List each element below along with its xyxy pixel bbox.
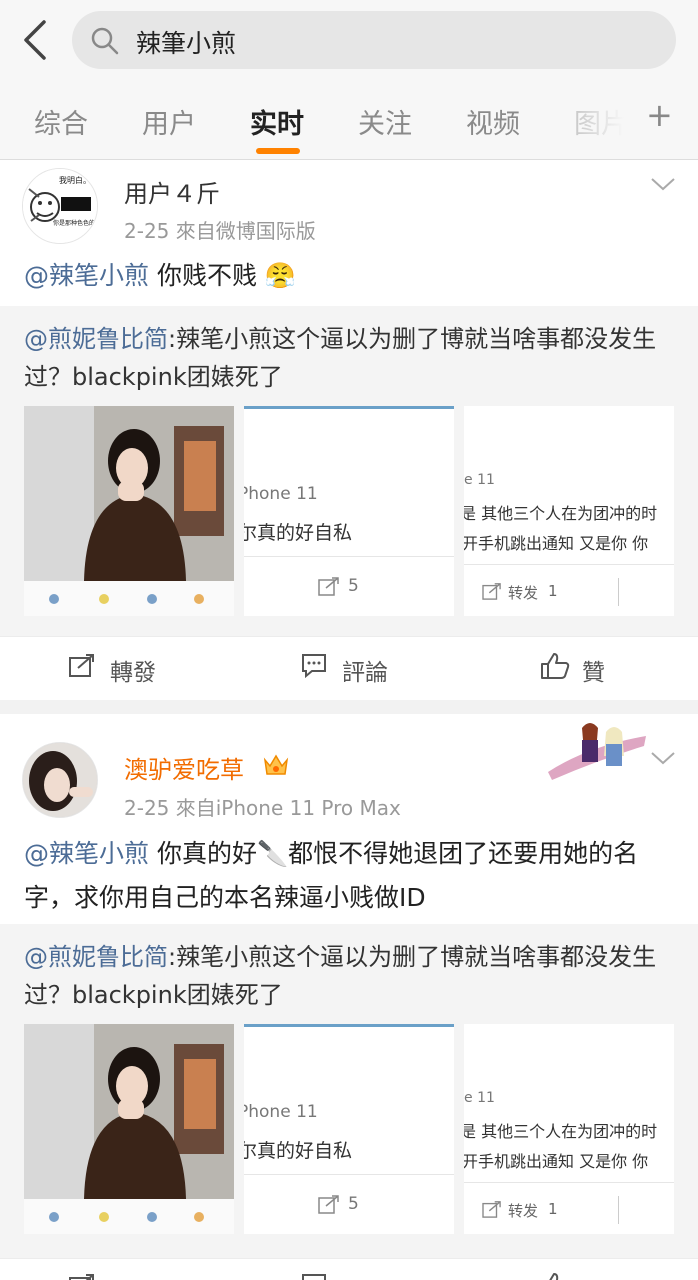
repost-button[interactable]: 轉發 bbox=[69, 1273, 156, 1280]
thumbs-up-icon bbox=[549, 1273, 559, 1280]
share-icon bbox=[482, 1201, 501, 1218]
post-body: 你贱不贱 bbox=[149, 261, 257, 290]
image-text-line2: 尔真的好自私 bbox=[244, 1140, 353, 1162]
search-query: 辣筆小煎 bbox=[136, 29, 237, 58]
back-button[interactable] bbox=[18, 18, 58, 62]
post-separator bbox=[0, 700, 698, 714]
like-button[interactable]: 贊 bbox=[549, 1273, 605, 1280]
image-forward-label: 转发 bbox=[508, 584, 539, 602]
divider bbox=[464, 564, 674, 565]
repost-image-3[interactable]: e 11 是 其他三个人在为团冲的时 开手机跳出通知 又是你 你 转发 1 bbox=[464, 406, 674, 616]
like-label: 贊 bbox=[582, 660, 605, 686]
divider bbox=[618, 1196, 619, 1224]
share-icon bbox=[69, 1274, 94, 1280]
tab-video[interactable]: 视频 bbox=[466, 102, 520, 141]
repost-author-link[interactable]: @煎妮鲁比简 bbox=[24, 325, 168, 353]
chevron-down-icon[interactable] bbox=[650, 176, 676, 192]
tab-general[interactable]: 综合 bbox=[34, 102, 88, 141]
post-actions: 轉發 評論 贊 bbox=[0, 1258, 698, 1280]
add-tab-button[interactable]: + bbox=[646, 96, 673, 134]
comment-label: 評論 bbox=[342, 660, 388, 686]
image-text-line1: e 11 bbox=[464, 1090, 495, 1106]
image-text-line1: Phone 11 bbox=[244, 1102, 318, 1122]
repost-button[interactable]: 轉發 bbox=[69, 653, 156, 687]
image-top-bar bbox=[244, 406, 454, 409]
image-text-line1: Phone 11 bbox=[244, 484, 318, 504]
photo-person-image bbox=[24, 1024, 234, 1234]
image-share-count: 5 bbox=[348, 576, 359, 596]
avatar[interactable] bbox=[22, 742, 98, 818]
top-bar: 辣筆小煎 bbox=[0, 0, 698, 80]
image-text-line2: 是 其他三个人在为团冲的时 bbox=[464, 1122, 658, 1141]
avatar-caption-bottom: 你是那种色色的人! bbox=[53, 219, 98, 227]
tab-following[interactable]: 关注 bbox=[358, 102, 412, 141]
post-meta: 2-25 來自iPhone 11 Pro Max bbox=[124, 796, 401, 820]
chevron-down-icon[interactable] bbox=[650, 750, 676, 766]
repost-block[interactable]: @煎妮鲁比简:辣笔小煎这个逼以为删了博就当啥事都没发生过？blackpink团婊… bbox=[0, 306, 698, 636]
repost-image-1[interactable] bbox=[24, 1024, 234, 1234]
image-text-line2: 是 其他三个人在为团冲的时 bbox=[464, 504, 658, 523]
post-text: @辣笔小煎 你真的好🔪都恨不得她退团了还要用她的名字，求你用自己的本名辣逼小贱做… bbox=[24, 832, 680, 920]
share-icon bbox=[69, 654, 94, 677]
repost-image-1[interactable] bbox=[24, 406, 234, 616]
comment-button[interactable]: 評論 bbox=[302, 1273, 388, 1280]
like-button[interactable]: 贊 bbox=[541, 653, 605, 687]
username[interactable]: 用户４斤 bbox=[124, 174, 220, 209]
avatar[interactable]: 我明白。 你是那种色色的人! bbox=[22, 168, 98, 244]
divider bbox=[464, 1182, 674, 1183]
image-forward-count: 1 bbox=[548, 582, 558, 600]
repost-image-2[interactable]: Phone 11 尔真的好自私 5 bbox=[244, 406, 454, 616]
image-text-line1: e 11 bbox=[464, 472, 495, 488]
repost-block[interactable]: @煎妮鲁比简:辣笔小煎这个逼以为删了博就当啥事都没发生过？blackpink团婊… bbox=[0, 924, 698, 1258]
search-icon bbox=[91, 27, 119, 55]
emoji: 😤 bbox=[264, 261, 297, 290]
username[interactable]: 澳驴爱吃草 bbox=[124, 750, 244, 785]
share-icon bbox=[318, 577, 339, 596]
mention-link[interactable]: @辣笔小煎 bbox=[24, 839, 149, 868]
active-tab-indicator bbox=[256, 148, 300, 154]
divider bbox=[244, 556, 454, 557]
tab-realtime[interactable]: 实时 bbox=[250, 102, 304, 141]
image-text-line3: 开手机跳出通知 又是你 你 bbox=[464, 534, 649, 553]
divider bbox=[244, 1174, 454, 1175]
divider bbox=[618, 578, 619, 606]
search-input[interactable]: 辣筆小煎 bbox=[72, 11, 676, 69]
image-forward-count: 1 bbox=[548, 1200, 558, 1218]
post-card: 我明白。 你是那种色色的人! 用户４斤 2-25 來自微博国际版 @辣笔小煎 你… bbox=[0, 160, 698, 306]
repost-text: @煎妮鲁比简:辣笔小煎这个逼以为删了博就当啥事都没发生过？blackpink团婊… bbox=[24, 938, 680, 1014]
image-text-line2: 尔真的好自私 bbox=[244, 522, 353, 544]
post-text: @辣笔小煎 你贱不贱 😤 bbox=[24, 254, 680, 298]
repost-image-3[interactable]: e 11 是 其他三个人在为团冲的时 开手机跳出通知 又是你 你 转发 1 bbox=[464, 1024, 674, 1234]
comment-icon bbox=[302, 654, 326, 678]
post-actions: 轉發 評論 贊 bbox=[0, 636, 698, 700]
share-icon bbox=[318, 1195, 339, 1214]
tab-users[interactable]: 用户 bbox=[142, 102, 196, 141]
avatar-caption-top: 我明白。 bbox=[59, 175, 91, 185]
photo-person-image bbox=[24, 406, 234, 616]
repost-image-2[interactable]: Phone 11 尔真的好自私 5 bbox=[244, 1024, 454, 1234]
post-meta: 2-25 來自微博国际版 bbox=[124, 219, 316, 243]
comment-button[interactable]: 評論 bbox=[302, 653, 388, 687]
image-text-line3: 开手机跳出通知 又是你 你 bbox=[464, 1152, 649, 1171]
image-share-count: 5 bbox=[348, 1194, 359, 1214]
avatar-photo-image bbox=[23, 743, 97, 817]
comment-icon bbox=[302, 1274, 326, 1280]
frozen-decoration-icon bbox=[548, 723, 646, 780]
repost-author-link[interactable]: @煎妮鲁比简 bbox=[24, 943, 168, 971]
thumbs-up-icon bbox=[541, 653, 570, 679]
avatar-meme-image: 我明白。 你是那种色色的人! bbox=[23, 169, 98, 243]
image-top-bar bbox=[244, 1024, 454, 1027]
image-forward-label: 转发 bbox=[508, 1202, 539, 1220]
tab-bar: 综合 用户 实时 关注 视频 图片 + bbox=[0, 80, 698, 160]
chevron-left-icon bbox=[24, 20, 46, 60]
share-icon bbox=[482, 583, 501, 600]
post-card: 澳驴爱吃草 2-25 來自iPhone 11 Pro Max @辣笔小煎 你真的… bbox=[0, 714, 698, 924]
mention-link[interactable]: @辣笔小煎 bbox=[24, 261, 149, 290]
tab-fade bbox=[560, 80, 640, 158]
repost-text: @煎妮鲁比简:辣笔小煎这个逼以为删了博就当啥事都没发生过？blackpink团婊… bbox=[24, 320, 680, 396]
vip-crown-icon bbox=[263, 754, 289, 775]
repost-label: 轉發 bbox=[110, 660, 156, 686]
